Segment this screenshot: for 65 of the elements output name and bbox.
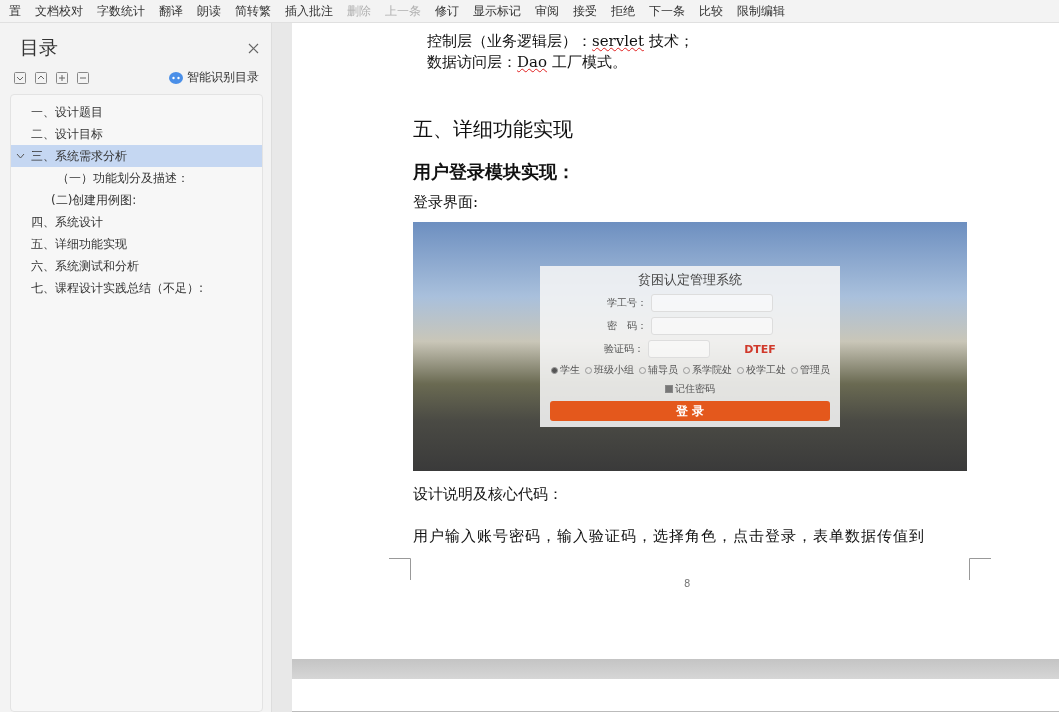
field-label: 密 码： <box>607 319 647 333</box>
toolbar-button[interactable]: 审阅 <box>528 0 566 22</box>
smart-toc-button[interactable]: 智能识别目录 <box>169 69 259 86</box>
toc-item[interactable]: 七、课程设计实践总结（不足）: <box>11 277 262 299</box>
input-field[interactable] <box>651 317 773 335</box>
input-field[interactable] <box>651 294 773 312</box>
section-heading: 五、详细功能实现 <box>413 116 574 143</box>
subsection-heading: 用户登录模块实现： <box>413 160 576 184</box>
toolbar-button[interactable]: 限制编辑 <box>730 0 792 22</box>
toc-item[interactable]: 三、系统需求分析 <box>11 145 262 167</box>
toolbar-button[interactable]: 比较 <box>692 0 730 22</box>
field-label: 验证码： <box>604 342 645 356</box>
toolbar-button[interactable]: 文档校对 <box>28 0 90 22</box>
toc-item[interactable]: 二、设计目标 <box>11 123 262 145</box>
robot-icon <box>169 71 183 84</box>
toolbar-button[interactable]: 朗读 <box>190 0 228 22</box>
page-number: 8 <box>684 578 692 589</box>
toolbar-button[interactable]: 下一条 <box>642 0 692 22</box>
margin-corner-icon <box>969 558 991 580</box>
collapse-all-icon[interactable] <box>14 71 26 84</box>
chevron-down-icon[interactable] <box>15 153 25 159</box>
figure-caption: 登录界面: <box>413 193 480 212</box>
toc-item[interactable]: 四、系统设计 <box>11 211 262 233</box>
plus-icon[interactable] <box>56 71 68 84</box>
input-field[interactable] <box>648 340 711 358</box>
radio-label: 班级小组 <box>593 363 634 377</box>
toolbar-button[interactable]: 翻译 <box>152 0 190 22</box>
toc-item[interactable]: 一、设计题目 <box>11 101 262 123</box>
document-text: 技术； <box>647 32 694 50</box>
radio-label: 校学工处 <box>745 363 786 377</box>
toolbar-button[interactable]: 置 <box>2 0 28 22</box>
close-icon[interactable] <box>248 42 259 54</box>
minus-icon[interactable] <box>77 71 89 84</box>
expand-all-icon[interactable] <box>35 71 47 84</box>
radio-label: 管理员 <box>799 363 830 377</box>
toolbar-button[interactable]: 插入批注 <box>278 0 340 22</box>
login-button[interactable]: 登 录 <box>550 401 830 421</box>
misspelled-word: Dao <box>517 53 547 71</box>
toc-item[interactable]: (二)创建用例图: <box>11 189 262 211</box>
paragraph: 用户输入账号密码，输入验证码，选择角色，点击登录，表单数据传值到 <box>413 527 926 546</box>
misspelled-word: servlet <box>592 32 644 50</box>
captcha-text: DTEF <box>744 342 776 356</box>
toolbar-button[interactable]: 字数统计 <box>90 0 152 22</box>
toolbar-button[interactable]: 接受 <box>566 0 604 22</box>
field-label: 学工号： <box>607 296 647 310</box>
document-text: 控制层（业务逻辑层）： <box>427 32 592 50</box>
radio-button[interactable] <box>550 366 558 374</box>
checkbox[interactable] <box>665 385 673 393</box>
paragraph: 设计说明及核心代码： <box>413 485 564 504</box>
toc-item[interactable]: 六、系统测试和分析 <box>11 255 262 277</box>
toolbar-button[interactable]: 拒绝 <box>604 0 642 22</box>
panel-title: 目录 <box>20 35 58 60</box>
toc-item[interactable]: （一）功能划分及描述： <box>11 167 262 189</box>
form-title: 贫困认定管理系统 <box>638 271 742 289</box>
radio-label: 系学院处 <box>691 363 732 377</box>
toolbar-button[interactable]: 显示标记 <box>466 0 528 22</box>
toc-item[interactable]: 五、详细功能实现 <box>11 233 262 255</box>
checkbox-label: 记住密码 <box>675 382 715 396</box>
toolbar-button[interactable]: 简转繁 <box>228 0 278 22</box>
radio-label: 辅导员 <box>647 363 678 377</box>
document-text: 工厂模式。 <box>550 53 627 71</box>
document-text: 数据访问层： <box>427 53 517 71</box>
toolbar-button[interactable]: 修订 <box>428 0 466 22</box>
margin-corner-icon <box>389 558 411 580</box>
radio-label: 学生 <box>559 363 580 377</box>
